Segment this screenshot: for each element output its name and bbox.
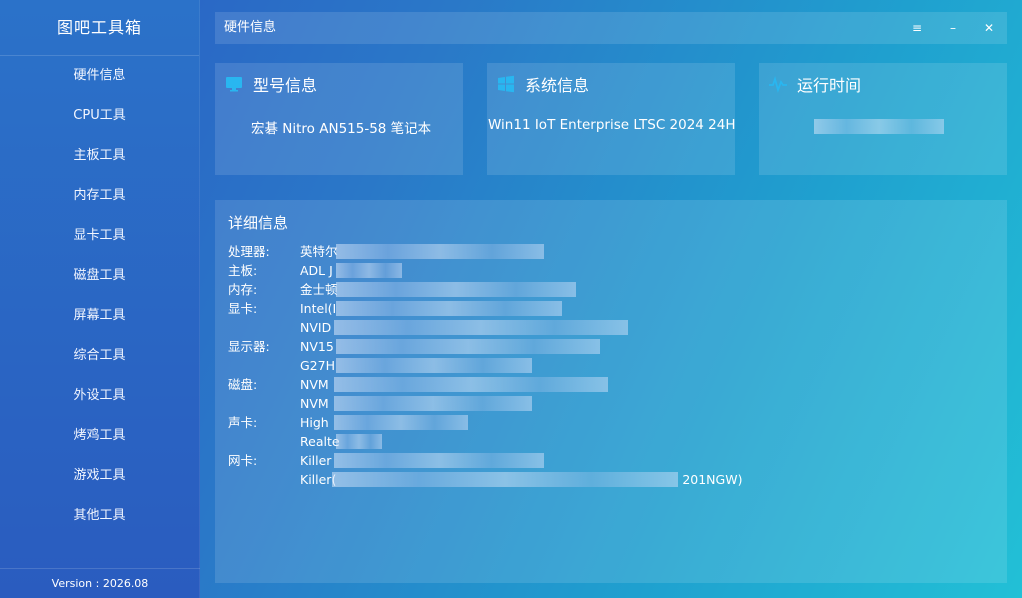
redacted-block <box>336 434 382 449</box>
sidebar-item-screen-tools[interactable]: 屏幕工具 <box>0 296 199 336</box>
uptime-value <box>814 119 944 134</box>
detail-value: Killer(201NGW) <box>300 472 743 487</box>
detail-panel: 详细信息 处理器: 英特尔 主板: ADL J 内存: 金士顿 显卡: Inte… <box>215 200 1007 583</box>
titlebar: 硬件信息 ≡ – ✕ <box>215 12 1007 44</box>
app-title: 图吧工具箱 <box>0 0 199 56</box>
detail-label <box>228 394 300 413</box>
redacted-block <box>334 320 628 335</box>
pulse-icon <box>769 75 787 93</box>
system-info-card: 系统信息 Win11 IoT Enterprise LTSC 2024 24H2… <box>487 63 735 175</box>
detail-label: 磁盘: <box>228 377 258 392</box>
version-label: Version : 2026.08 <box>0 568 200 598</box>
redacted-block <box>336 358 532 373</box>
detail-value: NVID <box>300 318 628 337</box>
detail-value: NVM <box>300 394 532 413</box>
detail-label <box>228 432 300 451</box>
detail-value: 英特尔 <box>300 242 544 261</box>
menu-icon[interactable]: ≡ <box>899 12 935 44</box>
detail-value: High <box>300 413 468 432</box>
system-info-value: Win11 IoT Enterprise LTSC 2024 24H2 6 <box>488 117 735 133</box>
redacted-block <box>336 244 544 259</box>
sidebar-item-cpu-tools[interactable]: CPU工具 <box>0 96 199 136</box>
detail-label <box>228 356 300 375</box>
detail-row-network-2: Killer(201NGW) <box>228 470 742 489</box>
redacted-block <box>336 282 576 297</box>
detail-value: G27H <box>300 356 532 375</box>
detail-value: ADL J <box>300 261 402 280</box>
detail-row-motherboard: 主板: ADL J <box>228 261 742 280</box>
detail-row-disk: 磁盘: NVM <box>228 375 742 394</box>
redacted-block <box>334 453 544 468</box>
detail-row-disk-2: NVM <box>228 394 742 413</box>
redacted-block <box>332 472 678 487</box>
detail-value: NVM <box>300 375 608 394</box>
redacted-block <box>814 119 944 134</box>
sidebar-item-other-tools[interactable]: 其他工具 <box>0 496 199 536</box>
detail-row-display: 显示器: NV15 <box>228 337 742 356</box>
detail-label <box>228 318 300 337</box>
detail-title: 详细信息 <box>228 214 289 232</box>
detail-label: 处理器: <box>228 244 270 259</box>
sidebar-item-gpu-tools[interactable]: 显卡工具 <box>0 216 199 256</box>
uptime-title: 运行时间 <box>797 76 862 95</box>
system-info-title: 系统信息 <box>525 76 590 95</box>
sidebar-item-motherboard-tools[interactable]: 主板工具 <box>0 136 199 176</box>
detail-list: 处理器: 英特尔 主板: ADL J 内存: 金士顿 显卡: Intel(I N… <box>228 242 742 489</box>
detail-value: Killer <box>300 451 544 470</box>
sidebar-item-peripheral-tools[interactable]: 外设工具 <box>0 376 199 416</box>
detail-row-gpu-2: NVID <box>228 318 742 337</box>
detail-label: 声卡: <box>228 415 258 430</box>
sidebar-item-game-tools[interactable]: 游戏工具 <box>0 456 199 496</box>
sidebar-item-general-tools[interactable]: 综合工具 <box>0 336 199 376</box>
detail-label <box>228 470 300 489</box>
detail-label: 网卡: <box>228 453 258 468</box>
detail-row-network: 网卡: Killer <box>228 451 742 470</box>
sidebar-nav: 硬件信息 CPU工具 主板工具 内存工具 显卡工具 磁盘工具 屏幕工具 综合工具… <box>0 56 199 536</box>
detail-label: 显卡: <box>228 301 258 316</box>
detail-label: 内存: <box>228 282 258 297</box>
detail-value: Intel(I <box>300 299 562 318</box>
detail-label: 显示器: <box>228 339 270 354</box>
detail-value: NV15 <box>300 337 600 356</box>
page-title: 硬件信息 <box>224 20 277 35</box>
detail-row-audio-2: Realte <box>228 432 742 451</box>
detail-row-audio: 声卡: High <box>228 413 742 432</box>
redacted-block <box>336 339 600 354</box>
sidebar-item-memory-tools[interactable]: 内存工具 <box>0 176 199 216</box>
sidebar-item-hardware-info[interactable]: 硬件信息 <box>0 56 199 96</box>
monitor-icon <box>225 75 243 93</box>
detail-value: 金士顿 <box>300 280 576 299</box>
detail-row-memory: 内存: 金士顿 <box>228 280 742 299</box>
model-info-value: 宏碁 Nitro AN515-58 笔记本 <box>251 121 432 137</box>
detail-row-gpu: 显卡: Intel(I <box>228 299 742 318</box>
redacted-block <box>334 415 468 430</box>
detail-value: Realte <box>300 432 382 451</box>
redacted-block <box>336 301 562 316</box>
minimize-button[interactable]: – <box>935 12 971 44</box>
detail-label: 主板: <box>228 263 258 278</box>
uptime-card: 运行时间 <box>759 63 1007 175</box>
windows-icon <box>497 75 515 93</box>
redacted-block <box>336 263 402 278</box>
sidebar-item-disk-tools[interactable]: 磁盘工具 <box>0 256 199 296</box>
redacted-block <box>334 396 532 411</box>
sidebar-item-stress-tools[interactable]: 烤鸡工具 <box>0 416 199 456</box>
detail-row-display-2: G27H <box>228 356 742 375</box>
close-button[interactable]: ✕ <box>971 12 1007 44</box>
redacted-block <box>334 377 608 392</box>
sidebar: 图吧工具箱 硬件信息 CPU工具 主板工具 内存工具 显卡工具 磁盘工具 屏幕工… <box>0 0 200 598</box>
model-info-title: 型号信息 <box>253 76 318 95</box>
model-info-card: 型号信息 宏碁 Nitro AN515-58 笔记本 <box>215 63 463 175</box>
detail-row-cpu: 处理器: 英特尔 <box>228 242 742 261</box>
